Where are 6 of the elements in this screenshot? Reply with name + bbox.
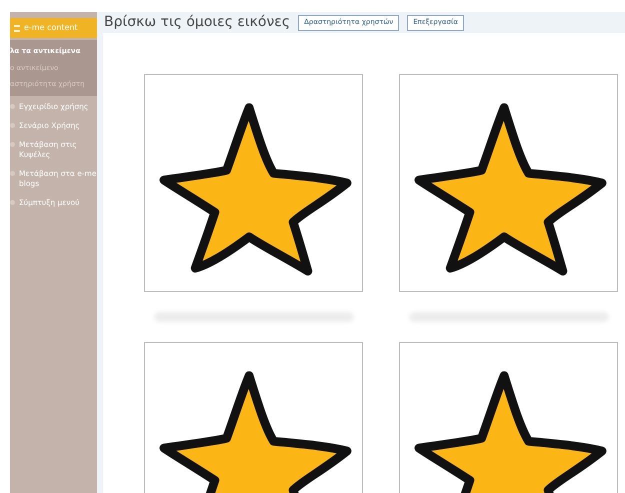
sidebar-header[interactable]: e-me content — [10, 18, 97, 38]
list-icon — [14, 24, 20, 32]
image-card[interactable] — [144, 74, 363, 292]
image-card[interactable] — [399, 74, 618, 292]
page-title: Βρίσκω τις όμοιες εικόνες — [104, 13, 290, 32]
header-label: e-me content — [24, 22, 78, 34]
